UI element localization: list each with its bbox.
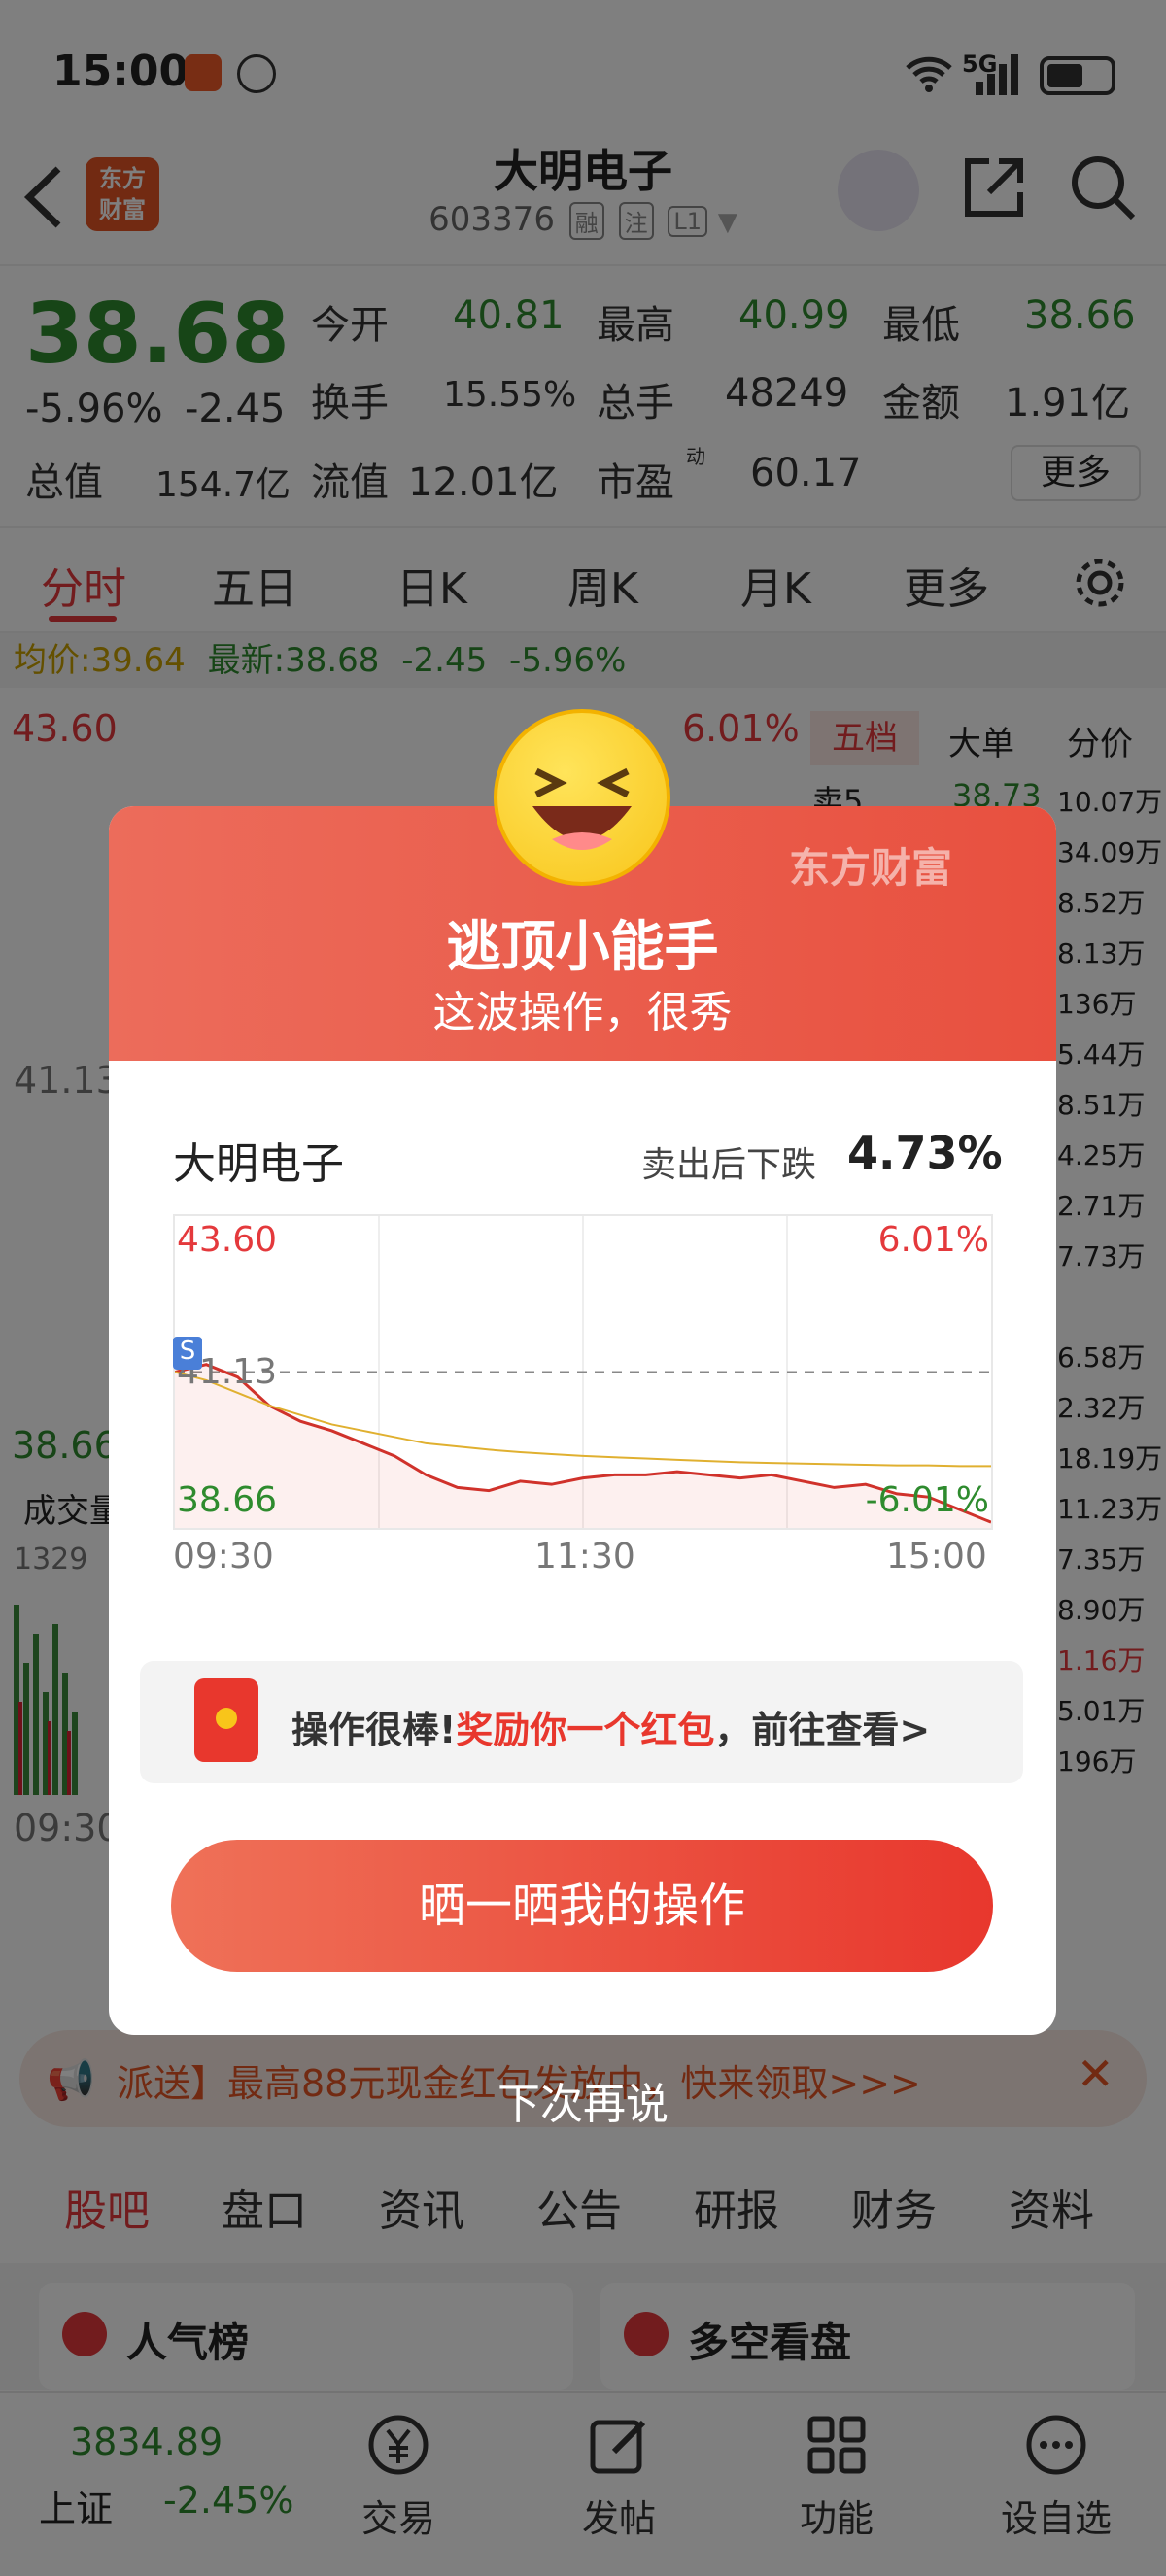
modal-subtitle: 这波操作，很秀	[432, 988, 733, 1037]
modal-stock-name: 大明电子	[173, 1139, 344, 1189]
chart-bottom-left-label: 38.66	[177, 1480, 278, 1520]
modal-title: 逃顶小能手	[446, 916, 719, 979]
chart-top-left-label: 43.60	[177, 1220, 278, 1260]
modal-intraday-chart: 43.60 6.01% 41.13 38.66 -6.01% S	[173, 1214, 993, 1530]
drop-label: 卖出后下跌	[641, 1145, 817, 1185]
laughing-emoji-icon	[494, 709, 670, 886]
red-packet-reward[interactable]: 操作很棒!奖励你一个红包，前往查看>	[140, 1661, 1023, 1783]
x-label-start: 09:30	[173, 1537, 274, 1576]
red-packet-icon	[194, 1678, 258, 1762]
achievement-modal: 东方财富 逃顶小能手 这波操作，很秀 大明电子 卖出后下跌 4.73% 43.6…	[109, 806, 1056, 2035]
sell-marker: S	[173, 1337, 202, 1370]
modal-brand-watermark: 东方财富	[789, 844, 953, 892]
drop-value: 4.73%	[847, 1127, 1003, 1179]
reward-text: 操作很棒!奖励你一个红包，前往查看>	[292, 1709, 931, 1751]
later-link[interactable]: 下次再说	[0, 2069, 1166, 2131]
chart-bottom-right-label: -6.01%	[865, 1480, 989, 1520]
x-label-mid: 11:30	[534, 1537, 635, 1576]
x-label-end: 15:00	[886, 1537, 987, 1576]
share-operation-button[interactable]: 晒一晒我的操作	[171, 1840, 993, 1972]
chart-top-right-label: 6.01%	[877, 1220, 989, 1260]
